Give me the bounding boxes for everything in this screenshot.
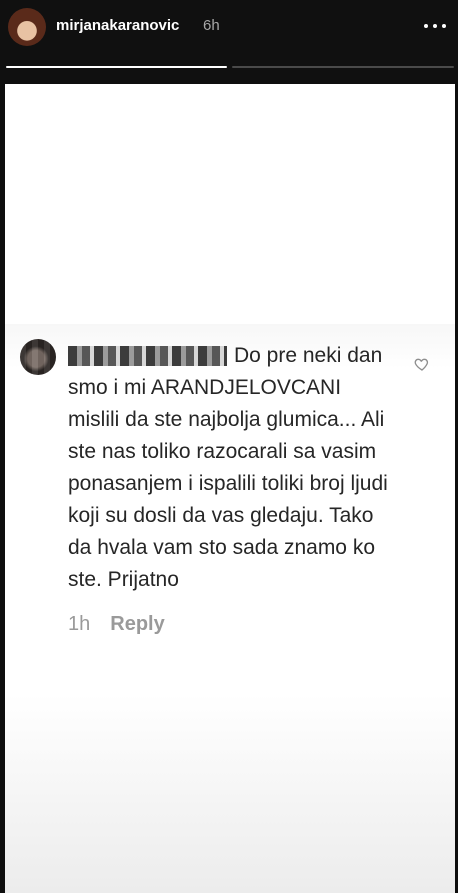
story-progress-segment-2 bbox=[232, 66, 454, 68]
comment-text: Do pre neki dan smo i mi ARANDJELOVCANI … bbox=[68, 344, 388, 591]
comment-screenshot-card: Do pre neki dan smo i mi ARANDJELOVCANI … bbox=[5, 84, 455, 893]
story-header: mirjanakaranovic 6h bbox=[0, 0, 458, 80]
comment-timestamp: 1h bbox=[68, 612, 91, 635]
commenter-avatar-blurred bbox=[20, 339, 56, 375]
reply-button[interactable]: Reply bbox=[110, 613, 164, 636]
story-progress-fill-1 bbox=[6, 66, 227, 68]
blank-area bbox=[5, 84, 455, 324]
story-progress-segment-1 bbox=[6, 66, 227, 68]
story-timestamp: 6h bbox=[203, 17, 220, 34]
more-options-icon[interactable] bbox=[424, 15, 446, 37]
comment-meta: 1h Reply bbox=[68, 612, 165, 636]
story-author-avatar[interactable] bbox=[8, 8, 46, 46]
bottom-fade bbox=[5, 694, 455, 893]
story-author-username[interactable]: mirjanakaranovic bbox=[56, 17, 179, 34]
heart-icon[interactable] bbox=[414, 356, 430, 372]
